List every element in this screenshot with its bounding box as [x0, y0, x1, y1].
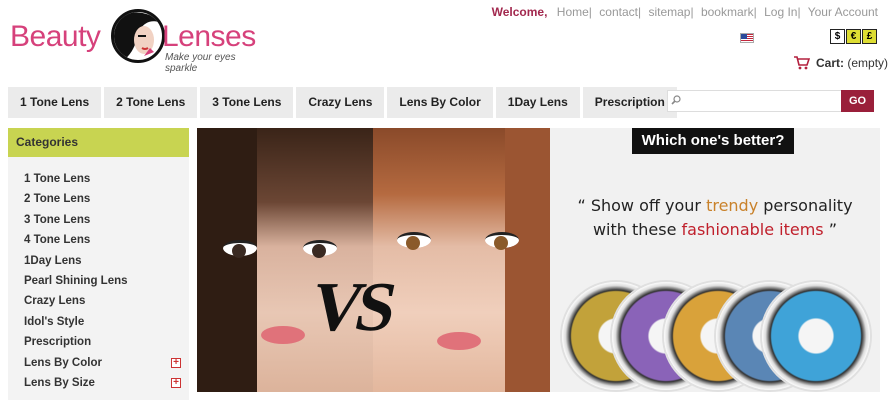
- banner-face-comparison[interactable]: VS: [197, 128, 550, 392]
- category-label: Lens By Color: [24, 356, 102, 369]
- currency-usd-button[interactable]: $: [830, 29, 845, 44]
- quote-text: personality: [758, 196, 853, 215]
- categories-sidebar: Categories 1 Tone Lens 2 Tone Lens 3 Ton…: [8, 128, 189, 400]
- cart-label: Cart:: [816, 56, 845, 70]
- model-face-right-image: [373, 128, 550, 392]
- quote-mark-open: “: [577, 196, 586, 215]
- welcome-text: Welcome,: [491, 5, 548, 19]
- nav-tab-3-tone-lens[interactable]: 3 Tone Lens: [200, 87, 294, 118]
- nav-tab-2-tone-lens[interactable]: 2 Tone Lens: [104, 87, 198, 118]
- cart-icon: [794, 56, 810, 70]
- category-label: 3 Tone Lens: [24, 213, 91, 226]
- category-item[interactable]: 4 Tone Lens: [8, 230, 189, 250]
- category-label: 1Day Lens: [24, 254, 82, 267]
- expand-plus-icon[interactable]: +: [171, 357, 181, 368]
- categories-list: 1 Tone Lens 2 Tone Lens 3 Tone Lens 4 To…: [8, 157, 189, 393]
- nav-tab-prescription[interactable]: Prescription: [582, 87, 677, 118]
- logo-tagline: Make your eyes sparkle: [165, 52, 236, 74]
- contact-link[interactable]: contact: [599, 5, 638, 19]
- nav-tab-1day-lens[interactable]: 1Day Lens: [495, 87, 580, 118]
- search-icon: [671, 95, 681, 105]
- currency-gbp-button[interactable]: £: [862, 29, 877, 44]
- category-item[interactable]: Lens By Size +: [8, 373, 189, 393]
- category-label: Lens By Size: [24, 376, 95, 389]
- us-flag-icon[interactable]: [740, 33, 754, 43]
- search-input[interactable]: [667, 90, 842, 112]
- category-label: 1 Tone Lens: [24, 173, 91, 185]
- promo-quote: “ Show off your trendy personality with …: [560, 194, 870, 242]
- category-label: Prescription: [24, 336, 92, 349]
- category-item[interactable]: Crazy Lens: [8, 291, 189, 311]
- currency-eur-button[interactable]: €: [846, 29, 861, 44]
- category-label: Pearl Shining Lens: [24, 274, 128, 287]
- category-label: Idol's Style: [24, 315, 85, 328]
- which-better-title: Which one's better?: [632, 128, 794, 154]
- expand-plus-icon[interactable]: +: [171, 377, 181, 388]
- model-face-left-image: [197, 128, 374, 392]
- category-item[interactable]: Idol's Style: [8, 312, 189, 332]
- top-links-bar: Welcome, Home| contact| sitemap| bookmar…: [492, 5, 878, 19]
- banner-lens-promo[interactable]: Which one's better? “ Show off your tren…: [550, 128, 880, 392]
- categories-heading: Categories: [8, 128, 189, 157]
- category-item[interactable]: Prescription: [8, 332, 189, 352]
- your-account-link[interactable]: Your Account: [808, 5, 878, 19]
- bookmark-link[interactable]: bookmark: [701, 5, 754, 19]
- cart-status: (empty): [847, 56, 889, 70]
- nav-tab-lens-by-color[interactable]: Lens By Color: [387, 87, 493, 118]
- search-go-button[interactable]: GO: [841, 90, 874, 112]
- quote-text: Show off your: [585, 196, 707, 215]
- currency-selector: $ € £: [830, 29, 877, 44]
- category-label: Crazy Lens: [24, 295, 86, 308]
- quote-highlight-trendy: trendy: [706, 196, 759, 215]
- sitemap-link[interactable]: sitemap: [648, 5, 690, 19]
- site-logo[interactable]: Beauty Lenses Make your eyes sparkle: [10, 8, 270, 74]
- logo-word-beauty: Beauty: [10, 20, 101, 53]
- nav-tab-crazy-lens[interactable]: Crazy Lens: [296, 87, 385, 118]
- link-separator: |: [690, 5, 694, 19]
- link-separator: |: [588, 5, 592, 19]
- contact-lens-image: [762, 282, 870, 390]
- category-label: 4 Tone Lens: [24, 234, 91, 247]
- home-link[interactable]: Home: [557, 5, 589, 19]
- category-item[interactable]: 3 Tone Lens: [8, 210, 189, 230]
- logo-word-lenses: Lenses: [162, 20, 256, 53]
- search-box: GO: [667, 90, 874, 112]
- quote-text: with these: [592, 220, 682, 239]
- nav-tab-1-tone-lens[interactable]: 1 Tone Lens: [8, 87, 102, 118]
- link-separator: |: [797, 5, 801, 19]
- quote-mark-close: ”: [823, 220, 838, 239]
- category-item[interactable]: 1Day Lens: [8, 251, 189, 271]
- cart-summary[interactable]: Cart: (empty): [794, 56, 888, 70]
- link-separator: |: [753, 5, 757, 19]
- category-item[interactable]: 1 Tone Lens: [8, 169, 189, 189]
- category-item[interactable]: 2 Tone Lens: [8, 189, 189, 209]
- category-item[interactable]: Pearl Shining Lens: [8, 271, 189, 291]
- main-nav: 1 Tone Lens 2 Tone Lens 3 Tone Lens Craz…: [8, 87, 677, 118]
- logo-face-badge: [111, 9, 165, 63]
- login-link[interactable]: Log In: [764, 5, 797, 19]
- category-item[interactable]: Lens By Color +: [8, 353, 189, 373]
- link-separator: |: [637, 5, 642, 19]
- category-label: 2 Tone Lens: [24, 193, 91, 206]
- quote-highlight-fashionable: fashionable items: [681, 220, 824, 239]
